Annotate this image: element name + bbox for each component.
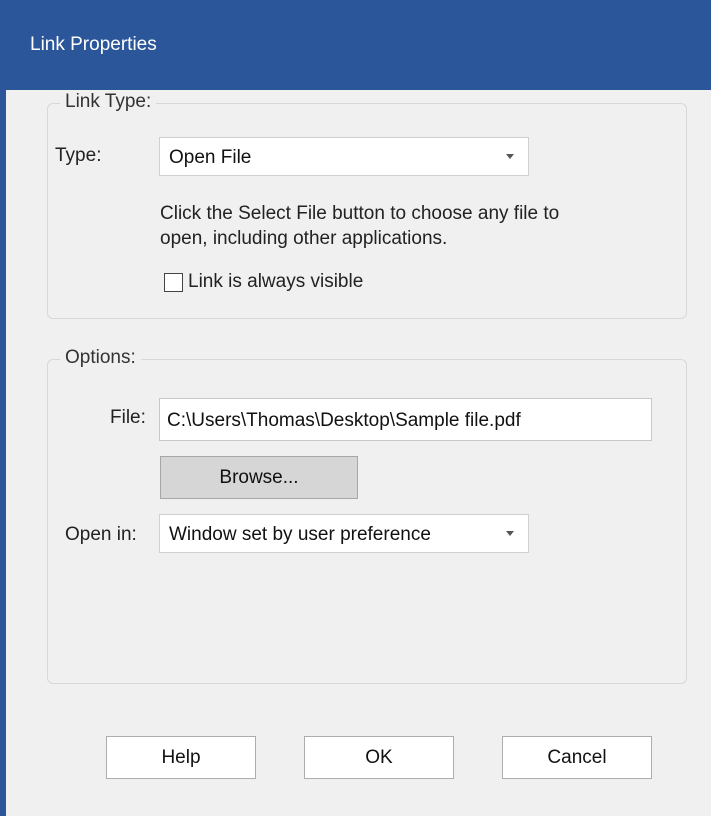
ok-button[interactable]: OK [304,736,454,779]
always-visible-label[interactable]: Link is always visible [188,271,363,293]
link-type-description-line2: open, including other applications. [160,228,448,249]
link-type-legend: Link Type: [60,91,157,113]
browse-button[interactable]: Browse... [160,456,358,499]
open-in-select[interactable]: Window set by user preference [159,514,529,553]
type-label: Type: [55,145,102,166]
window-border [0,90,6,816]
file-path-input[interactable]: C:\Users\Thomas\Desktop\Sample file.pdf [159,398,652,441]
chevron-down-icon [506,531,514,536]
file-path-value: C:\Users\Thomas\Desktop\Sample file.pdf [167,410,521,431]
link-properties-dialog: Link Properties Link Type: Type: Open Fi… [0,0,711,816]
cancel-button[interactable]: Cancel [502,736,652,779]
window-title: Link Properties [30,34,157,55]
chevron-down-icon [506,154,514,159]
type-select-value: Open File [169,147,252,168]
help-button[interactable]: Help [106,736,256,779]
link-type-description-line1: Click the Select File button to choose a… [160,203,560,224]
options-legend: Options: [60,347,141,369]
open-in-label: Open in: [65,524,137,545]
file-label: File: [110,407,146,428]
title-bar[interactable]: Link Properties [0,0,711,90]
always-visible-checkbox[interactable] [164,273,183,292]
open-in-select-value: Window set by user preference [169,524,431,545]
type-select[interactable]: Open File [159,137,529,176]
